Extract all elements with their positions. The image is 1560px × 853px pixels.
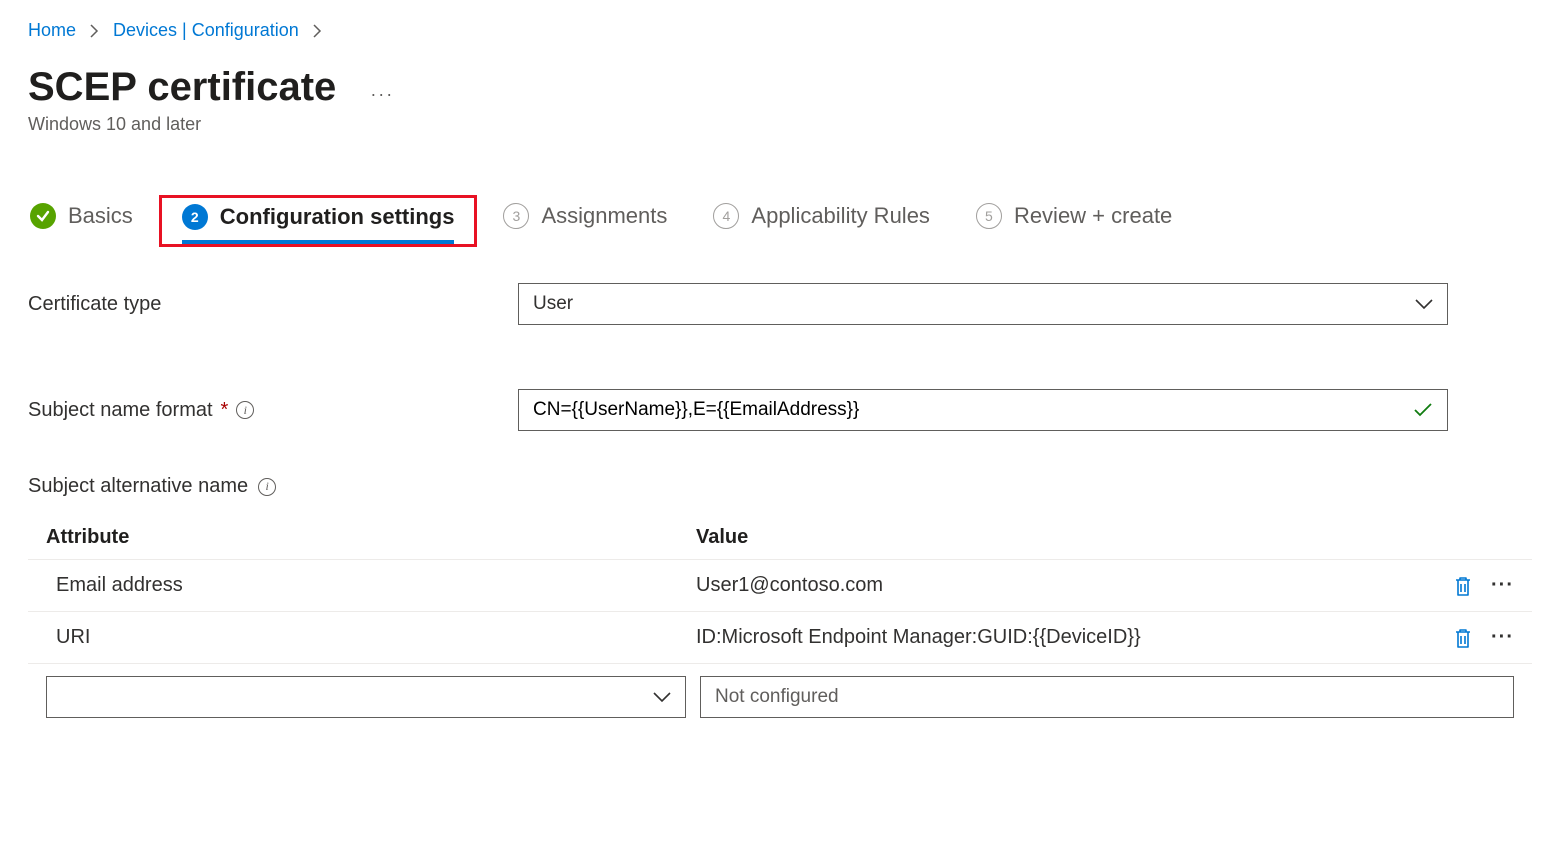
chevron-down-icon (653, 692, 671, 703)
step-number-badge: 5 (976, 203, 1002, 229)
san-value: User1@contoso.com (696, 574, 1414, 597)
check-icon (30, 203, 56, 229)
step-assignments[interactable]: 3 Assignments (503, 203, 667, 239)
label-text: Subject name format (28, 399, 213, 422)
page-title: SCEP certificate (28, 65, 336, 110)
more-icon[interactable]: ··· (1491, 626, 1514, 649)
wizard-stepper: Basics 2 Configuration settings 3 Assign… (28, 189, 1532, 253)
info-icon[interactable]: i (258, 478, 276, 496)
highlight-annotation: 2 Configuration settings (159, 195, 478, 247)
san-table: Attribute Value Email address User1@cont… (28, 516, 1532, 718)
breadcrumb-devices[interactable]: Devices | Configuration (113, 20, 299, 41)
certificate-type-label: Certificate type (28, 293, 518, 316)
valid-check-icon (1413, 402, 1433, 418)
breadcrumb: Home Devices | Configuration (28, 20, 1532, 41)
certificate-type-select[interactable]: User (518, 283, 1448, 325)
page-subtitle: Windows 10 and later (28, 114, 1532, 135)
step-label: Basics (68, 203, 133, 229)
table-header: Attribute Value (28, 516, 1532, 560)
select-value: User (533, 293, 573, 315)
step-label: Review + create (1014, 203, 1172, 229)
info-icon[interactable]: i (236, 401, 254, 419)
required-asterisk: * (221, 399, 229, 422)
table-row: Email address User1@contoso.com ··· (28, 560, 1532, 612)
san-new-row (28, 664, 1532, 718)
trash-icon[interactable] (1453, 627, 1473, 649)
chevron-down-icon (1415, 299, 1433, 310)
step-number-badge: 2 (182, 204, 208, 230)
san-new-attribute-select[interactable] (46, 676, 686, 718)
chevron-right-icon (90, 24, 99, 38)
step-label: Applicability Rules (751, 203, 930, 229)
step-basics[interactable]: Basics (30, 203, 133, 239)
chevron-right-icon (313, 24, 322, 38)
san-value: ID:Microsoft Endpoint Manager:GUID:{{Dev… (696, 626, 1414, 649)
more-icon[interactable]: ··· (1491, 574, 1514, 597)
step-configuration-settings[interactable]: 2 Configuration settings (182, 204, 455, 244)
breadcrumb-home[interactable]: Home (28, 20, 76, 41)
step-applicability-rules[interactable]: 4 Applicability Rules (713, 203, 930, 239)
subject-alternative-name-label: Subject alternative name i (28, 475, 1532, 498)
san-attribute: Email address (46, 574, 696, 597)
step-number-badge: 4 (713, 203, 739, 229)
column-value: Value (696, 526, 1414, 549)
trash-icon[interactable] (1453, 575, 1473, 597)
san-new-value-wrap (700, 676, 1514, 718)
step-label: Assignments (541, 203, 667, 229)
column-attribute: Attribute (46, 526, 696, 549)
subject-name-format-input-wrap (518, 389, 1448, 431)
step-label: Configuration settings (220, 204, 455, 230)
table-row: URI ID:Microsoft Endpoint Manager:GUID:{… (28, 612, 1532, 664)
more-actions-button[interactable]: ··· (366, 80, 398, 109)
san-attribute: URI (46, 626, 696, 649)
label-text: Subject alternative name (28, 475, 248, 498)
subject-name-format-label: Subject name format * i (28, 399, 518, 422)
step-review-create[interactable]: 5 Review + create (976, 203, 1172, 239)
step-number-badge: 3 (503, 203, 529, 229)
san-new-value-input[interactable] (715, 686, 1499, 708)
subject-name-format-input[interactable] (533, 399, 1413, 421)
